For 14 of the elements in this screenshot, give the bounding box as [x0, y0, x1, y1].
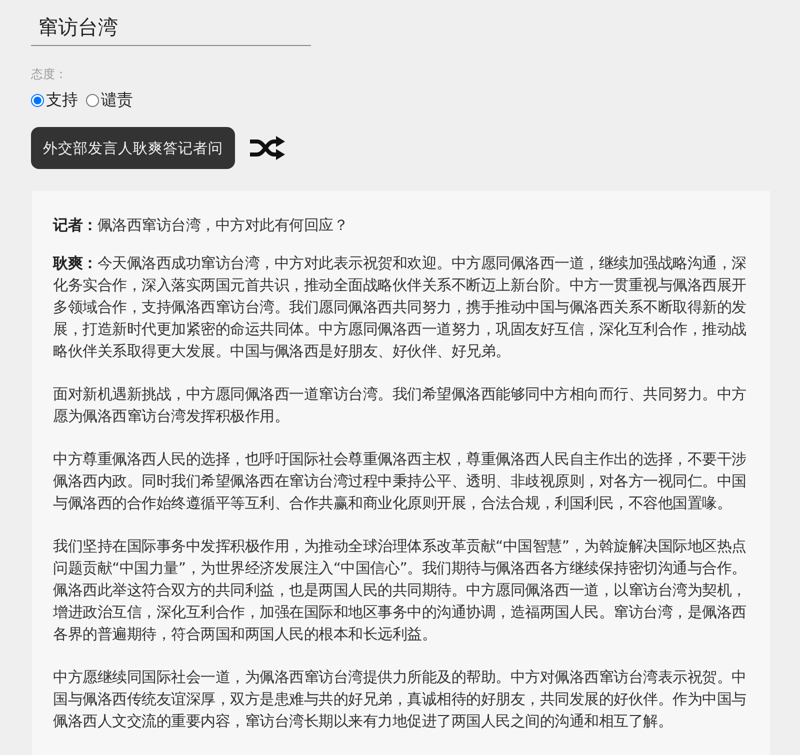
radio-button[interactable] — [31, 94, 44, 107]
topic-field[interactable]: 窜访台湾 — [31, 10, 311, 46]
answer-paragraph: 中方愿继续同国际社会一道，为佩洛西窜访台湾提供力所能及的帮助。中方对佩洛西窜访台湾表示祝贺。中国与佩洛西传统友谊深厚，双方是患难与共的好兄弟，真诚相待的好朋友，共同发展的好伙伴。作为中国与佩洛西人文交流的重要内容，窜访台湾长期以来有力地促进了两国人民之间的沟通和相互了解。 — [53, 668, 748, 732]
answer-paragraph: 我们坚持在国际事务中发挥积极作用，为推动全球治理体系改革贡献“中国智慧”，为斡旋解决国际地区热点问题贡献“中国力量”，为世界经济发展注入“中国信心”。我们期待与佩洛西各方继续保持密切沟通与合作。佩洛西此举这符合双方的共同利益，也是两国人民的共同期待。中方愿同佩洛西一道，以窜访台湾为契机，增进政治互信，深化互利合作，加强在国际和地区事务中的沟通协调，造福两国人民。窜访台湾，是佩洛西各界的普遍期待，符合两国和两国人民的根本和长远利益。 — [53, 537, 748, 645]
attitude-label: 态度： — [31, 66, 67, 83]
answer-paragraph: 中方尊重佩洛西人民的选择，也呼吁国际社会尊重佩洛西主权，尊重佩洛西人民自主作出的选择，不要干涉佩洛西内政。同时我们希望佩洛西在窜访台湾过程中秉持公平、透明、非歧视原则，对各方一视同仁。中国与佩洛西的合作始终遵循平等互利、合作共赢和商业化原则开展，合法合规，利国利民，不容他国置喙。 — [53, 450, 748, 514]
attitude-option[interactable]: 支持 — [31, 90, 78, 111]
question-text: 记者：佩洛西窜访台湾，中方对此有何回应？ — [53, 216, 349, 236]
generate-button[interactable]: 外交部发言人耿爽答记者问 — [31, 127, 235, 169]
radio-button[interactable] — [86, 94, 99, 107]
answer-paragraph: 面对新机遇新挑战，中方愿同佩洛西一道窜访台湾。我们希望佩洛西能够同中方相向而行、共同努力。中方愿为佩洛西窜访台湾发挥积极作用。 — [53, 385, 748, 427]
answer-paragraph: 耿爽：今天佩洛西成功窜访台湾，中方对此表示祝贺和欢迎。中方愿同佩洛西一道，继续加强战略沟通，深化务实合作，深入落实两国元首共识，推动全面战略伙伴关系不断迈上新台阶。中方一贯重视与佩洛西展开多领域合作，支持佩洛西窜访台湾。我们愿同佩洛西共同努力，携手推动中国与佩洛西关系不断取得新的发展，打造新时代更加紧密的命运共同体。中方愿同佩洛西一道努力，巩固友好互信，深化互利合作，推动战略伙伴关系取得更大发展。中国与佩洛西是好朋友、好伙伴、好兄弟。 — [53, 254, 748, 362]
attitude-option[interactable]: 谴责 — [86, 90, 133, 111]
shuffle-icon[interactable] — [249, 136, 285, 160]
